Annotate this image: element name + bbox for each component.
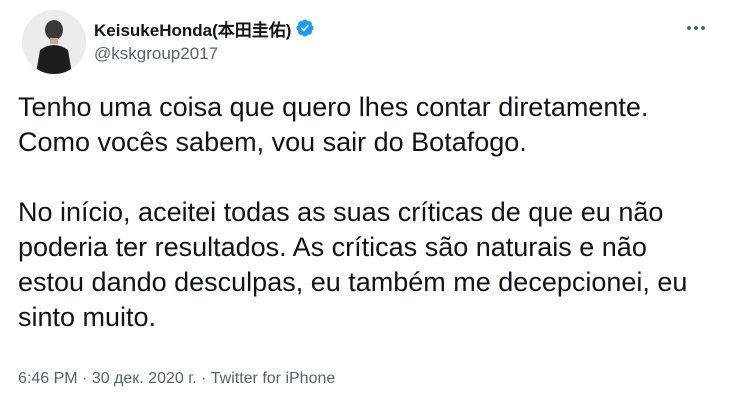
tweet-card: KeisukeHonda(本田圭佑) @kskgroup2017 Tenho u… (0, 0, 730, 407)
avatar[interactable] (22, 10, 86, 74)
tweet-date[interactable]: 30 дек. 2020 г. (92, 370, 197, 387)
more-options-icon[interactable] (682, 14, 710, 42)
tweet-meta: 6:46 PM · 30 дек. 2020 г. · Twitter for … (18, 370, 335, 388)
display-name-row: KeisukeHonda(本田圭佑) (94, 16, 315, 40)
meta-separator-2: · (196, 370, 211, 387)
tweet-time[interactable]: 6:46 PM (18, 370, 78, 387)
author-names: KeisukeHonda(本田圭佑) @kskgroup2017 (94, 16, 315, 64)
meta-separator: · (77, 370, 92, 387)
tweet-text: Tenho uma coisa que quero lhes contar di… (18, 90, 718, 335)
verified-badge-icon (295, 18, 315, 38)
display-name[interactable]: KeisukeHonda(本田圭佑) (94, 16, 291, 41)
tweet-header: KeisukeHonda(本田圭佑) @kskgroup2017 (22, 10, 712, 76)
tweet-paragraph-2: No início, aceitei todas as suas crítica… (18, 197, 688, 332)
avatar-image (22, 10, 86, 74)
tweet-paragraph-1: Tenho uma coisa que quero lhes contar di… (18, 92, 649, 157)
tweet-source[interactable]: Twitter for iPhone (211, 370, 336, 387)
user-handle[interactable]: @kskgroup2017 (94, 44, 315, 64)
